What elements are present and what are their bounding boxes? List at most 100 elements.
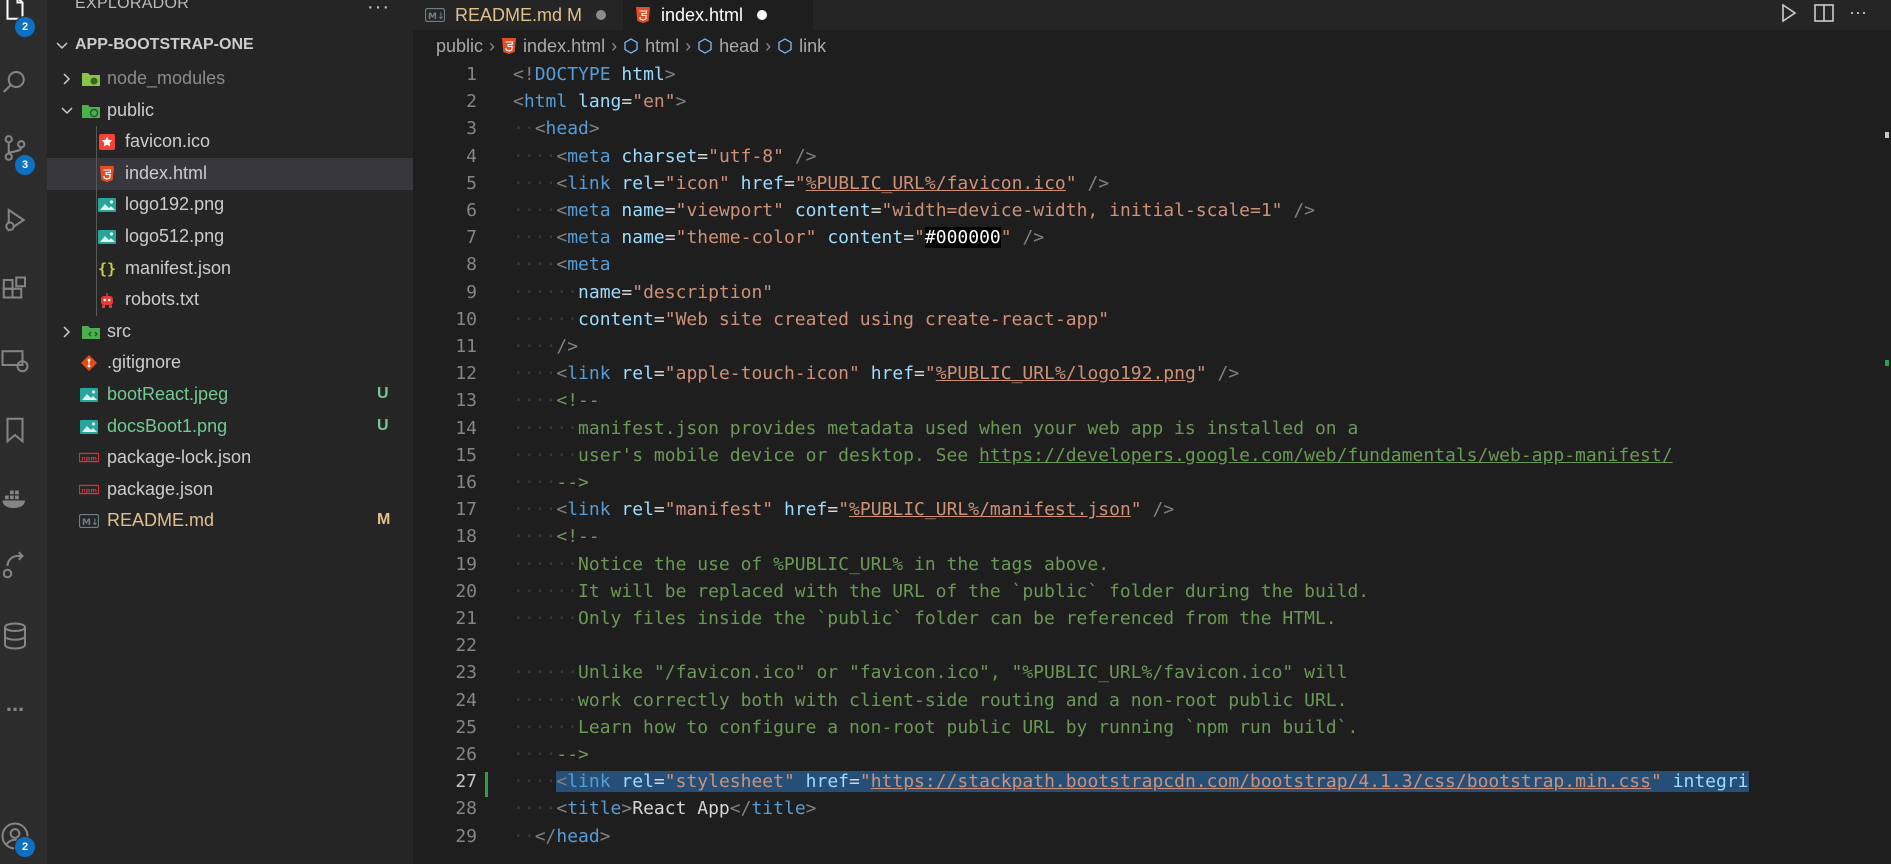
tree-item-gitignore[interactable]: .gitignore: [47, 347, 413, 379]
live-share-icon[interactable]: [0, 546, 30, 586]
code-token: "en": [632, 91, 676, 113]
tree-item-bootreact-jpeg[interactable]: bootReact.jpeg U: [47, 379, 413, 411]
editor-more-actions-icon[interactable]: ···: [1849, 2, 1867, 23]
html5-icon: [97, 164, 117, 184]
code-line-selected[interactable]: ····<link rel="stylesheet" href="https:/…: [513, 771, 1749, 793]
chevron-right-icon: ›: [685, 35, 692, 56]
code-line[interactable]: ····<link rel="icon" href="%PUBLIC_URL%/…: [513, 173, 1109, 194]
code-line[interactable]: ····-->: [513, 472, 589, 493]
breadcrumb-file[interactable]: index.html: [501, 36, 605, 57]
workspace-root-folder[interactable]: APP-BOOTSTRAP-ONE: [47, 34, 413, 58]
code-token: ": [1650, 771, 1662, 793]
tab-readme[interactable]: M↓ README.md M: [413, 0, 623, 30]
indent-whitespace: ····: [513, 526, 557, 548]
code-token: -->: [556, 472, 589, 493]
tree-item-public[interactable]: public: [47, 95, 413, 127]
tree-item-node-modules[interactable]: node_modules: [47, 63, 413, 95]
code-line[interactable]: ······content="Web site created using cr…: [513, 309, 1109, 330]
breadcrumb-symbol-link[interactable]: link: [777, 36, 826, 57]
tree-item-logo192-png[interactable]: logo192.png: [47, 189, 413, 221]
code-token: link: [567, 771, 611, 793]
code-line[interactable]: ······manifest.json provides metadata us…: [513, 418, 1358, 439]
tree-item-logo512-png[interactable]: logo512.png: [47, 221, 413, 253]
code-line[interactable]: ··</head>: [513, 826, 611, 847]
bookmark-icon[interactable]: [0, 410, 30, 450]
code-token: ": [924, 363, 936, 385]
code-line[interactable]: ······Learn how to configure a non-root …: [513, 717, 1358, 738]
tree-item-label: logo192.png: [125, 194, 225, 215]
code-line[interactable]: ······name="description": [513, 282, 773, 303]
tab-index-html[interactable]: index.html: [623, 0, 813, 30]
breadcrumb: public › index.html › html › head › link: [436, 34, 826, 58]
breadcrumb-symbol-label: link: [799, 35, 827, 56]
code-line[interactable]: ····/>: [513, 336, 578, 357]
breadcrumb-symbol-html[interactable]: html: [623, 36, 679, 57]
search-icon[interactable]: [0, 62, 30, 102]
indent-whitespace: ····: [513, 336, 557, 357]
indent-whitespace: ····: [513, 798, 557, 820]
tree-item-label: index.html: [125, 162, 208, 183]
tree-item-package-json[interactable]: npm package.json: [47, 474, 413, 506]
code-token: >: [621, 798, 633, 820]
code-line[interactable]: ······user's mobile device or desktop. S…: [513, 445, 1673, 466]
code-line[interactable]: ····<title>React App</title>: [513, 798, 817, 819]
code-line[interactable]: ····<meta charset="utf-8" />: [513, 146, 817, 167]
breadcrumb-symbol-head[interactable]: head: [697, 36, 759, 57]
code-token: work correctly both with client-side rou…: [578, 689, 1348, 711]
more-icon[interactable]: ...: [0, 684, 30, 724]
line-number: 1: [466, 64, 477, 85]
split-editor-icon[interactable]: [1813, 2, 1835, 29]
code-line[interactable]: ······Only files inside the `public` fol…: [513, 608, 1337, 629]
docker-icon[interactable]: [0, 478, 30, 518]
database-icon[interactable]: [0, 616, 30, 656]
code-line[interactable]: ····<!--: [513, 526, 600, 547]
breadcrumb-folder[interactable]: public: [436, 36, 483, 57]
code-line[interactable]: ······work correctly both with client-si…: [513, 690, 1347, 711]
run-debug-icon[interactable]: [0, 200, 30, 240]
code-token: html: [523, 91, 568, 113]
image-file-icon: [79, 385, 99, 405]
code-line[interactable]: ······Notice the use of %PUBLIC_URL% in …: [513, 554, 1109, 575]
code-line[interactable]: ······It will be replaced with the URL o…: [513, 581, 1369, 602]
run-icon[interactable]: [1779, 2, 1799, 29]
code-token: link: [567, 172, 611, 194]
tree-item-docsboot1-png[interactable]: docsBoot1.png U: [47, 411, 413, 443]
extensions-icon[interactable]: [0, 270, 30, 310]
code-line[interactable]: ······Unlike "/favicon.ico" or "favicon.…: [513, 662, 1347, 683]
favicon-icon: [97, 132, 117, 152]
indent-whitespace: ····: [513, 771, 557, 793]
tree-item-robots-txt[interactable]: robots.txt: [47, 284, 413, 316]
code-token: meta: [567, 254, 611, 276]
code-line[interactable]: ····-->: [513, 744, 589, 765]
tree-item-package-lock-json[interactable]: npm package-lock.json: [47, 442, 413, 474]
code-line[interactable]: <!DOCTYPE html>: [513, 64, 676, 85]
tree-item-readme-md[interactable]: M↓ README.md M: [47, 505, 413, 537]
code-line[interactable]: ····<meta: [513, 254, 611, 275]
code-line[interactable]: ····<link rel="manifest" href="%PUBLIC_U…: [513, 499, 1174, 520]
code-token: ": [1065, 172, 1077, 194]
tree-item-manifest-json[interactable]: {} manifest.json: [47, 253, 413, 285]
code-line[interactable]: ····<meta name="viewport" content="width…: [513, 200, 1315, 221]
remote-explorer-icon[interactable]: [0, 340, 30, 380]
code-token: <: [556, 499, 568, 521]
tree-item-index-html[interactable]: index.html: [47, 157, 413, 190]
code-line[interactable]: ····<link rel="apple-touch-icon" href="%…: [513, 363, 1239, 384]
code-line[interactable]: ····<meta name="theme-color" content="#0…: [513, 227, 1044, 249]
node-folder-icon: [81, 69, 101, 89]
code-line[interactable]: ··<head>: [513, 118, 600, 139]
markdown-icon: M↓: [425, 8, 445, 22]
code-token: />: [1152, 499, 1175, 521]
code-token: <: [556, 363, 568, 385]
code-token: content: [827, 227, 904, 249]
tree-item-label: robots.txt: [125, 289, 200, 310]
code-line[interactable]: <html lang="en">: [513, 91, 686, 112]
code-token: "width=device-width, initial-scale=1": [881, 200, 1283, 221]
sidebar-more-actions[interactable]: ···: [367, 0, 390, 19]
tree-item-src[interactable]: src: [47, 316, 413, 348]
tree-item-favicon-ico[interactable]: favicon.ico: [47, 126, 413, 158]
line-number: 17: [455, 499, 477, 521]
code-editor[interactable]: 1 2 3 4 5 6 7 8 9 10 11 12 13 14 15 16 17 18 19 20 21 22 23 24 2…: [413, 62, 1891, 864]
code-line[interactable]: ····<!--: [513, 390, 600, 411]
line-number: 6: [466, 200, 477, 221]
indent-whitespace: ······: [513, 281, 579, 303]
